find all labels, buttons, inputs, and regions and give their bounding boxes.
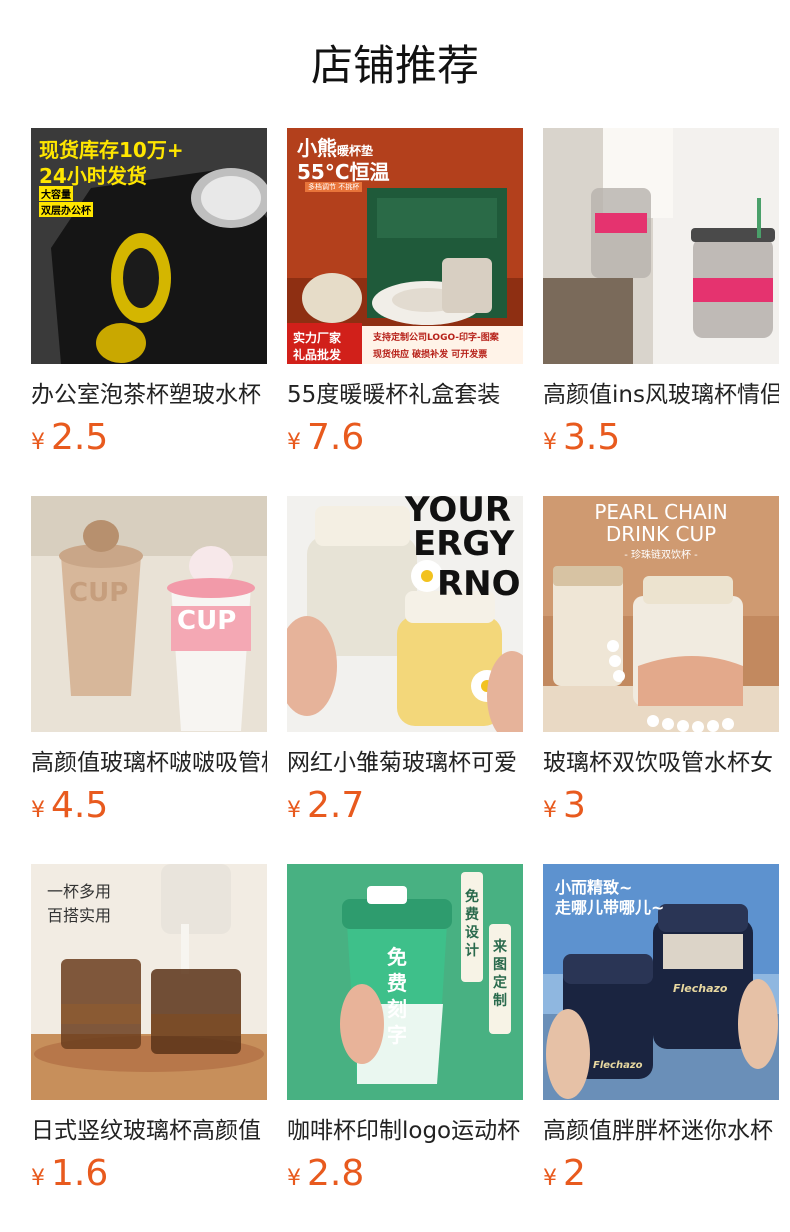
product-name[interactable]: 日式竖纹玻璃杯高颜值 xyxy=(31,1114,267,1148)
product-image[interactable]: YOUR ERGY RNO xyxy=(287,496,523,732)
image-caption: - 珍珠链双饮杯 - xyxy=(624,550,698,561)
product-name[interactable]: 高颜值玻璃杯啵啵吸管杯 xyxy=(31,746,267,780)
image-caption: 55°C恒温 xyxy=(297,160,390,184)
product-name[interactable]: 玻璃杯双饮吸管水杯女 xyxy=(543,746,779,780)
product-name[interactable]: 网红小雏菊玻璃杯可爱 xyxy=(287,746,523,780)
price-value: 2.7 xyxy=(307,785,365,826)
image-caption: CUP xyxy=(177,606,237,636)
image-caption: Flechazo xyxy=(593,1060,643,1071)
image-caption: ERGY xyxy=(413,524,515,564)
image-caption: 多档调节 不挑杯 xyxy=(305,182,363,192)
currency-symbol: ¥ xyxy=(31,798,45,823)
image-caption: 大容量 xyxy=(39,186,73,201)
product-image[interactable]: 现货库存10万+ 24小时发货 大容量 双层办公杯 xyxy=(31,128,267,364)
image-caption: CUP xyxy=(69,578,129,608)
product-card[interactable]: 小熊暖杯垫 55°C恒温 多档调节 不挑杯 实力厂家 礼品批发 支持定制公司LO… xyxy=(287,128,523,473)
image-caption: RNO xyxy=(437,564,521,604)
currency-symbol: ¥ xyxy=(287,1166,301,1191)
product-name[interactable]: 55度暖暖杯礼盒套装 xyxy=(287,378,523,412)
product-card[interactable]: 免费设计 来图定制 免费刻字 咖啡杯印制logo运动杯 ¥2.8 xyxy=(287,864,523,1209)
product-image[interactable] xyxy=(543,128,779,364)
image-caption: PEARL CHAIN xyxy=(594,500,728,524)
product-grid: 现货库存10万+ 24小时发货 大容量 双层办公杯 办公室泡茶杯塑玻水杯 ¥2.… xyxy=(0,0,790,1232)
image-caption: 免费设计 xyxy=(465,889,479,959)
product-price: ¥2.7 xyxy=(287,784,364,828)
product-price: ¥2.8 xyxy=(287,1152,364,1196)
product-card[interactable]: 一杯多用 百搭实用 日式竖纹玻璃杯高颜值 ¥1.6 xyxy=(31,864,267,1209)
price-value: 3.5 xyxy=(563,417,621,458)
product-card[interactable]: 高颜值ins风玻璃杯情侣 ¥3.5 xyxy=(543,128,779,473)
image-caption: 百搭实用 xyxy=(47,906,112,925)
image-caption: 走哪儿带哪儿~ xyxy=(555,898,665,917)
product-image[interactable]: 小熊暖杯垫 55°C恒温 多档调节 不挑杯 实力厂家 礼品批发 支持定制公司LO… xyxy=(287,128,523,364)
price-value: 1.6 xyxy=(51,1153,109,1194)
price-value: 2.8 xyxy=(307,1153,365,1194)
image-caption: 24小时发货 xyxy=(39,164,147,188)
image-caption: 实力厂家 xyxy=(293,331,342,345)
currency-symbol: ¥ xyxy=(287,798,301,823)
image-caption: 来图定制 xyxy=(493,939,507,1009)
image-caption: 免费刻字 xyxy=(387,945,407,1047)
product-price: ¥4.5 xyxy=(31,784,108,828)
product-price: ¥3 xyxy=(543,784,586,828)
price-value: 3 xyxy=(563,785,586,826)
product-price: ¥1.6 xyxy=(31,1152,108,1196)
product-image[interactable]: CUP CUP xyxy=(31,496,267,732)
currency-symbol: ¥ xyxy=(543,1166,557,1191)
product-card[interactable]: 现货库存10万+ 24小时发货 大容量 双层办公杯 办公室泡茶杯塑玻水杯 ¥2.… xyxy=(31,128,267,473)
product-image[interactable]: 小而精致~ 走哪儿带哪儿~ Flechazo Flechazo xyxy=(543,864,779,1100)
image-caption: 支持定制公司LOGO-印字-图案 xyxy=(373,333,499,343)
product-image[interactable]: 免费设计 来图定制 免费刻字 xyxy=(287,864,523,1100)
product-image[interactable]: PEARL CHAIN DRINK CUP - 珍珠链双饮杯 - xyxy=(543,496,779,732)
product-image[interactable]: 一杯多用 百搭实用 xyxy=(31,864,267,1100)
product-name[interactable]: 办公室泡茶杯塑玻水杯 xyxy=(31,378,267,412)
image-caption: 礼品批发 xyxy=(293,348,342,362)
product-name[interactable]: 高颜值ins风玻璃杯情侣 xyxy=(543,378,779,412)
image-caption: Flechazo xyxy=(673,982,728,995)
price-value: 2.5 xyxy=(51,417,109,458)
currency-symbol: ¥ xyxy=(31,430,45,455)
product-price: ¥2.5 xyxy=(31,416,108,460)
currency-symbol: ¥ xyxy=(543,798,557,823)
currency-symbol: ¥ xyxy=(31,1166,45,1191)
image-caption: 现货库存10万+ xyxy=(39,138,184,162)
product-card[interactable]: YOUR ERGY RNO 网红小雏菊玻璃杯可爱 ¥2.7 xyxy=(287,496,523,841)
product-price: ¥2 xyxy=(543,1152,586,1196)
product-name[interactable]: 咖啡杯印制logo运动杯 xyxy=(287,1114,523,1148)
image-caption: 现货供应 破损补发 可开发票 xyxy=(373,350,488,360)
product-price: ¥7.6 xyxy=(287,416,364,460)
currency-symbol: ¥ xyxy=(287,430,301,455)
price-value: 7.6 xyxy=(307,417,365,458)
product-price: ¥3.5 xyxy=(543,416,620,460)
price-value: 4.5 xyxy=(51,785,109,826)
product-card[interactable]: 小而精致~ 走哪儿带哪儿~ Flechazo Flechazo 高颜值胖胖杯迷你… xyxy=(543,864,779,1209)
image-caption: 一杯多用 xyxy=(47,882,112,901)
product-card[interactable]: CUP CUP 高颜值玻璃杯啵啵吸管杯 ¥4.5 xyxy=(31,496,267,841)
product-card[interactable]: PEARL CHAIN DRINK CUP - 珍珠链双饮杯 - 玻璃杯双饮吸管… xyxy=(543,496,779,841)
image-caption: 双层办公杯 xyxy=(39,202,93,217)
product-name[interactable]: 高颜值胖胖杯迷你水杯 xyxy=(543,1114,779,1148)
image-caption: DRINK CUP xyxy=(605,522,717,546)
price-value: 2 xyxy=(563,1153,586,1194)
currency-symbol: ¥ xyxy=(543,430,557,455)
